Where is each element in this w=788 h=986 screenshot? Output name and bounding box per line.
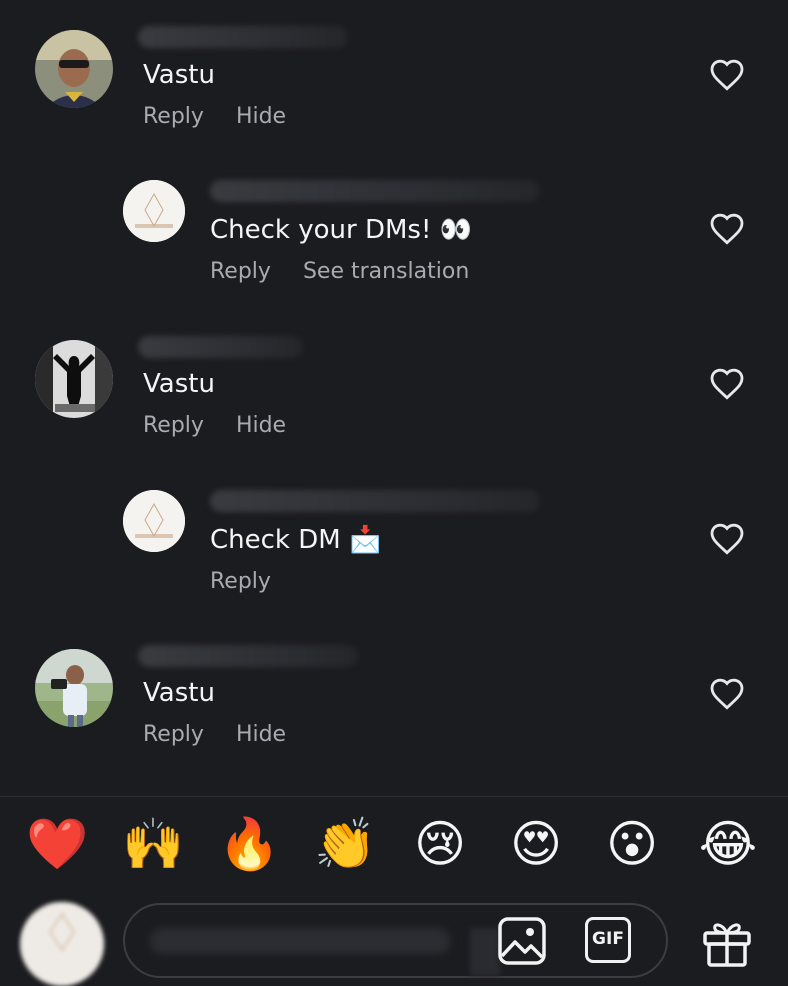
gift-icon[interactable] <box>700 915 754 969</box>
avatar[interactable] <box>123 180 185 242</box>
comment-actions: Reply Hide <box>143 722 318 747</box>
heart-icon[interactable] <box>708 676 746 710</box>
see-translation-button[interactable]: See translation <box>303 259 469 284</box>
reply-button[interactable]: Reply <box>143 722 204 747</box>
comment-actions: Reply Hide <box>143 413 318 438</box>
heart-icon[interactable] <box>708 57 746 91</box>
emoji-laughing[interactable]: 😂 <box>698 812 758 876</box>
comment-text: Vastu <box>143 369 215 399</box>
current-user-avatar[interactable] <box>20 902 104 986</box>
divider <box>0 796 788 797</box>
avatar[interactable] <box>123 490 185 552</box>
emoji-surprised[interactable]: 😮 <box>602 812 662 876</box>
reply-button[interactable]: Reply <box>210 259 271 284</box>
comment-text: Check DM 📩 <box>210 525 382 555</box>
blurred-username <box>138 336 303 358</box>
blurred-placeholder <box>150 928 450 954</box>
avatar[interactable] <box>35 340 113 418</box>
blur-overlay <box>470 928 500 976</box>
blurred-username <box>138 26 348 48</box>
blurred-username <box>210 490 540 512</box>
comment-text: Check your DMs! 👀 <box>210 215 473 245</box>
comment-actions: Reply Hide <box>143 104 318 129</box>
blurred-username <box>210 180 540 202</box>
emoji-heart[interactable]: ❤️ <box>26 812 88 876</box>
emoji-clapping[interactable]: 👏 <box>314 812 376 876</box>
avatar[interactable] <box>35 649 113 727</box>
heart-icon[interactable] <box>708 521 746 555</box>
hide-button[interactable]: Hide <box>236 413 286 438</box>
blurred-username <box>138 645 358 667</box>
emoji-reaction-bar: ❤️ 🙌 🔥 👏 😢 😍 😮 😂 <box>0 812 788 882</box>
reply-button[interactable]: Reply <box>143 413 204 438</box>
emoji-crying[interactable]: 😢 <box>410 812 470 876</box>
comment-text: Vastu <box>143 678 215 708</box>
emoji-fire[interactable]: 🔥 <box>218 812 280 876</box>
heart-icon[interactable] <box>708 211 746 245</box>
heart-icon[interactable] <box>708 366 746 400</box>
comment-actions: Reply <box>210 569 303 594</box>
comment-actions: Reply See translation <box>210 259 501 284</box>
gif-button[interactable]: GIF <box>585 917 631 963</box>
image-icon[interactable] <box>497 916 547 966</box>
reply-button[interactable]: Reply <box>143 104 204 129</box>
emoji-raised-hands[interactable]: 🙌 <box>122 812 184 876</box>
avatar[interactable] <box>35 30 113 108</box>
emoji-heart-eyes[interactable]: 😍 <box>506 812 566 876</box>
hide-button[interactable]: Hide <box>236 722 286 747</box>
hide-button[interactable]: Hide <box>236 104 286 129</box>
comment-text: Vastu <box>143 60 215 90</box>
reply-button[interactable]: Reply <box>210 569 271 594</box>
gif-label: GIF <box>592 929 624 949</box>
